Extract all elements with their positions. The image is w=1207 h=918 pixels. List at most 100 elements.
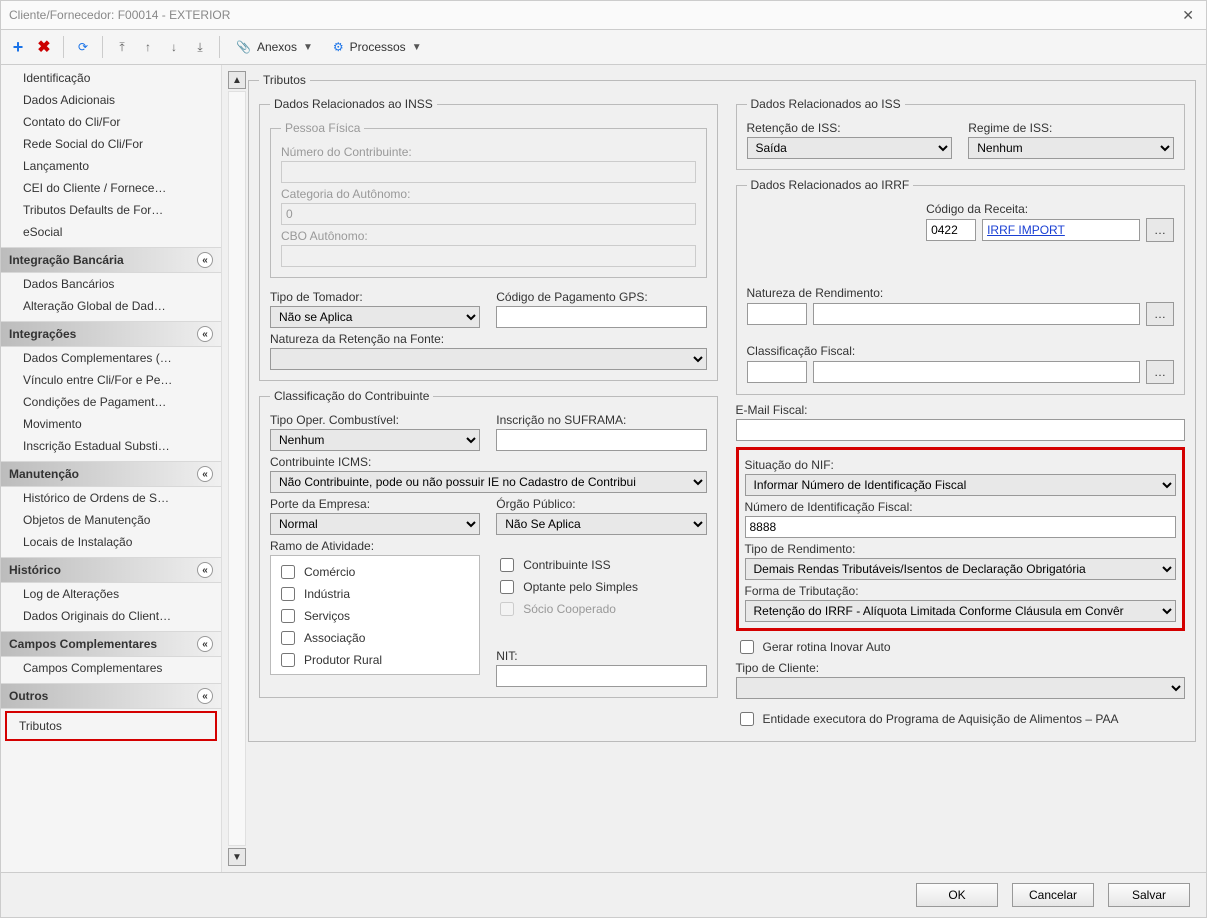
natureza-ret-select[interactable] (270, 348, 707, 370)
sidebar-group-header[interactable]: Histórico « (1, 557, 221, 583)
sidebar-item[interactable]: Campos Complementares (1, 657, 221, 679)
contrib-iss-check[interactable]: Contribuinte ISS (496, 555, 706, 575)
checkbox[interactable] (740, 712, 754, 726)
num-contrib-label: Número do Contribuinte: (281, 145, 696, 159)
tributos-fieldset: Tributos Dados Relacionados ao INSS Pess… (248, 73, 1196, 742)
numero-nif-input[interactable] (745, 516, 1177, 538)
ramo-item[interactable]: Associação (277, 628, 473, 648)
icms-select[interactable]: Não Contribuinte, pode ou não possuir IE… (270, 471, 707, 493)
sidebar-item[interactable]: Condições de Pagament… (1, 391, 221, 413)
retencao-iss-label: Retenção de ISS: (747, 121, 953, 135)
sidebar-group-header[interactable]: Integração Bancária « (1, 247, 221, 273)
ok-button[interactable]: OK (916, 883, 998, 907)
email-fiscal-input[interactable] (736, 419, 1186, 441)
ramo-item[interactable]: Produtor Rural (277, 650, 473, 670)
sidebar-item[interactable]: Lançamento (1, 155, 221, 177)
save-button[interactable]: Salvar (1108, 883, 1190, 907)
situacao-nif-select[interactable]: Informar Número de Identificação Fiscal (745, 474, 1177, 496)
tipo-oper-select[interactable]: Nenhum (270, 429, 480, 451)
sidebar-group-header[interactable]: Campos Complementares « (1, 631, 221, 657)
sidebar-group-header[interactable]: Manutenção « (1, 461, 221, 487)
codigo-receita-desc-input[interactable] (982, 219, 1140, 241)
sidebar-item[interactable]: Rede Social do Cli/For (1, 133, 221, 155)
ramo-box: Comércio Indústria Serviços Associação P… (270, 555, 480, 675)
chevron-up-icon: « (197, 466, 213, 482)
porte-select[interactable]: Normal (270, 513, 480, 535)
sidebar-item[interactable]: eSocial (1, 221, 221, 243)
sidebar-item[interactable]: Identificação (1, 67, 221, 89)
anexos-menu[interactable]: 📎 Anexos ▼ (228, 34, 321, 60)
regime-iss-select[interactable]: Nenhum (968, 137, 1174, 159)
sidebar-item[interactable]: Dados Adicionais (1, 89, 221, 111)
retencao-iss-select[interactable]: Saída (747, 137, 953, 159)
ramo-item[interactable]: Indústria (277, 584, 473, 604)
cancel-button[interactable]: Cancelar (1012, 883, 1094, 907)
suframa-input[interactable] (496, 429, 706, 451)
sidebar-item[interactable]: Dados Bancários (1, 273, 221, 295)
checkbox[interactable] (500, 558, 514, 572)
scroll-down-button[interactable]: ▼ (228, 848, 246, 866)
gerar-inovar-check[interactable]: Gerar rotina Inovar Auto (736, 637, 1186, 657)
sidebar-item[interactable]: Tributos Defaults de For… (1, 199, 221, 221)
optante-simples-check[interactable]: Optante pelo Simples (496, 577, 706, 597)
sidebar-item[interactable]: Histórico de Ordens de S… (1, 487, 221, 509)
irrf-fieldset: Dados Relacionados ao IRRF Código da Rec… (736, 178, 1186, 395)
ramo-checkbox[interactable] (281, 631, 295, 645)
classificacao-fiscal-desc-input[interactable] (813, 361, 1141, 383)
sidebar-item-tributos[interactable]: Tributos (5, 711, 217, 741)
sidebar-group-title: Manutenção (9, 467, 79, 481)
refresh-icon[interactable]: ⟳ (72, 36, 94, 58)
sidebar-item[interactable]: Inscrição Estadual Substi… (1, 435, 221, 457)
ramo-checkbox[interactable] (281, 653, 295, 667)
scroll-up-button[interactable]: ▲ (228, 71, 246, 89)
classificacao-fiscal-code-input[interactable] (747, 361, 807, 383)
sidebar-item[interactable]: CEI do Cliente / Fornece… (1, 177, 221, 199)
paa-check[interactable]: Entidade executora do Programa de Aquisi… (736, 709, 1186, 729)
sidebar-item[interactable]: Contato do Cli/For (1, 111, 221, 133)
ramo-checkbox[interactable] (281, 565, 295, 579)
cbo-label: CBO Autônomo: (281, 229, 696, 243)
natureza-rend-code-input[interactable] (747, 303, 807, 325)
sidebar-group-header[interactable]: Integrações « (1, 321, 221, 347)
processos-menu[interactable]: ⚙ Processos ▼ (325, 34, 430, 60)
lookup-button[interactable]: … (1146, 302, 1174, 326)
orgao-select[interactable]: Não Se Aplica (496, 513, 706, 535)
tipo-cliente-select[interactable] (736, 677, 1186, 699)
ramo-checkbox[interactable] (281, 609, 295, 623)
sidebar-item[interactable]: Movimento (1, 413, 221, 435)
sidebar-item[interactable]: Log de Alterações (1, 583, 221, 605)
sidebar-group-header[interactable]: Outros « (1, 683, 221, 709)
tipo-tomador-select[interactable]: Não se Aplica (270, 306, 480, 328)
ramo-item[interactable]: Comércio (277, 562, 473, 582)
checkbox[interactable] (740, 640, 754, 654)
checkbox (500, 602, 514, 616)
codigo-receita-code-input[interactable] (926, 219, 976, 241)
last-icon[interactable]: ⤓ (189, 36, 211, 58)
categoria-input (281, 203, 696, 225)
first-icon[interactable]: ⤒ (111, 36, 133, 58)
sidebar-item[interactable]: Dados Originais do Client… (1, 605, 221, 627)
nit-input[interactable] (496, 665, 706, 687)
natureza-rend-desc-input[interactable] (813, 303, 1141, 325)
add-icon[interactable]: + (7, 36, 29, 58)
ramo-checkbox[interactable] (281, 587, 295, 601)
scrollbar-track[interactable] (228, 91, 246, 846)
next-icon[interactable]: ↓ (163, 36, 185, 58)
lookup-button[interactable]: … (1146, 360, 1174, 384)
sidebar-item[interactable]: Dados Complementares (… (1, 347, 221, 369)
sidebar-item[interactable]: Locais de Instalação (1, 531, 221, 553)
forma-trib-select[interactable]: Retenção do IRRF - Alíquota Limitada Con… (745, 600, 1177, 622)
lookup-button[interactable]: … (1146, 218, 1174, 242)
prev-icon[interactable]: ↑ (137, 36, 159, 58)
delete-icon[interactable]: ✖ (33, 36, 55, 58)
icms-label: Contribuinte ICMS: (270, 455, 707, 469)
sidebar-item[interactable]: Alteração Global de Dad… (1, 295, 221, 317)
close-icon[interactable]: ✕ (1178, 7, 1198, 24)
sidebar-item[interactable]: Vínculo entre Cli/For e Pe… (1, 369, 221, 391)
tipo-cliente-label: Tipo de Cliente: (736, 661, 1186, 675)
tipo-rendimento-select[interactable]: Demais Rendas Tributáveis/Isentos de Dec… (745, 558, 1177, 580)
sidebar-item[interactable]: Objetos de Manutenção (1, 509, 221, 531)
ramo-item[interactable]: Serviços (277, 606, 473, 626)
codigo-gps-input[interactable] (496, 306, 706, 328)
checkbox[interactable] (500, 580, 514, 594)
